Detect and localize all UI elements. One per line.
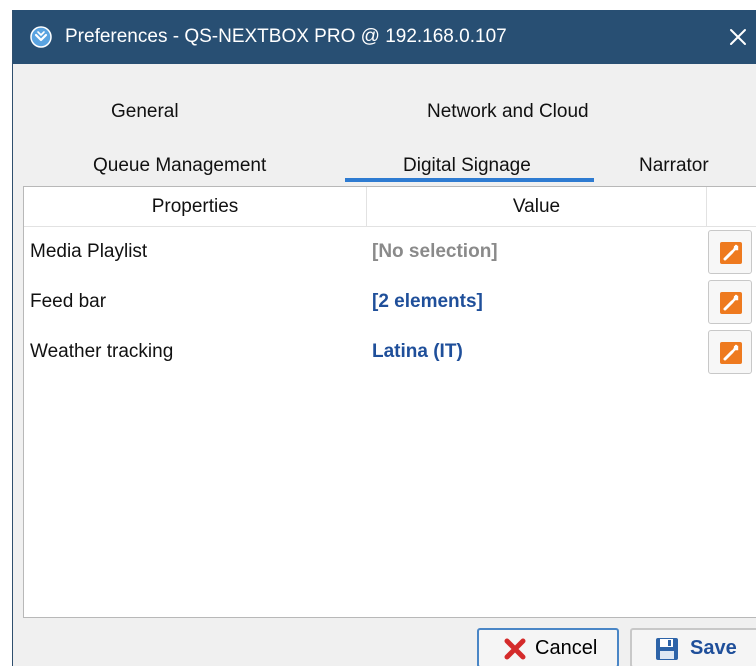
property-value: [2 elements] [372,291,483,312]
wrench-icon [720,292,742,314]
edit-weather-tracking-button[interactable] [708,330,752,374]
app-logo-icon [30,26,52,48]
preferences-window: Preferences - QS-NEXTBOX PRO @ 192.168.0… [12,10,756,666]
title-bar: Preferences - QS-NEXTBOX PRO @ 192.168.0… [13,10,756,64]
column-separator [706,187,707,227]
tab-network-and-cloud[interactable]: Network and Cloud [427,100,589,124]
tab-queue-management[interactable]: Queue Management [93,154,266,178]
window-title: Preferences - QS-NEXTBOX PRO @ 192.168.0… [65,26,507,47]
column-header-properties[interactable]: Properties [24,187,366,227]
cancel-x-icon [504,638,526,660]
close-icon[interactable] [725,24,751,50]
active-tab-indicator [345,178,594,182]
grid-header: Properties Value [24,187,756,227]
column-header-value[interactable]: Value [367,187,706,227]
cancel-label: Cancel [535,637,598,659]
edit-media-playlist-button[interactable] [708,230,752,274]
table-row[interactable]: Feed bar [2 elements] [24,277,756,327]
property-value: Latina (IT) [372,341,463,362]
property-name: Media Playlist [30,241,148,262]
tab-general[interactable]: General [111,100,179,124]
tab-digital-signage[interactable]: Digital Signage [403,154,531,178]
tab-narrator[interactable]: Narrator [639,154,709,178]
property-name: Feed bar [30,291,107,312]
properties-grid: Properties Value Media Playlist [No sele… [23,186,756,618]
wrench-icon [720,342,742,364]
property-value: [No selection] [372,241,498,262]
tab-strip: General Network and Cloud Queue Manageme… [13,64,756,186]
property-name: Weather tracking [30,341,174,362]
edit-feed-bar-button[interactable] [708,280,752,324]
save-label: Save [690,637,737,659]
save-button[interactable]: Save [630,628,756,666]
table-row[interactable]: Media Playlist [No selection] [24,227,756,277]
floppy-disk-icon [656,638,678,660]
cancel-button[interactable]: Cancel [477,628,619,666]
table-row[interactable]: Weather tracking Latina (IT) [24,327,756,377]
wrench-icon [720,242,742,264]
